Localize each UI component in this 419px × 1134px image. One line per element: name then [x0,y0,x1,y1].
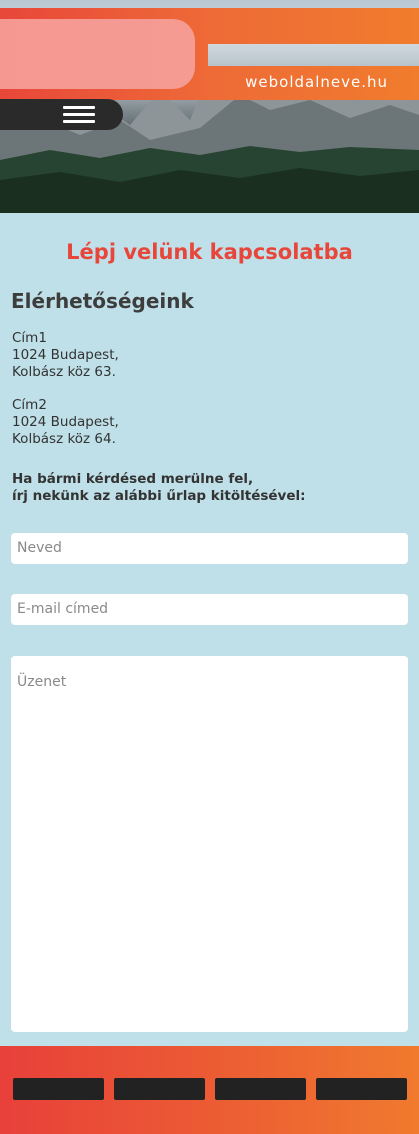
footer-button-1[interactable] [13,1078,104,1100]
address-line: Kolbász köz 64. [12,431,116,447]
name-placeholder: Neved [17,540,62,556]
logo-placeholder [0,19,195,89]
footer-button-3[interactable] [215,1078,306,1100]
message-textarea[interactable]: Üzenet [11,656,408,1032]
hamburger-menu-icon[interactable] [63,106,95,124]
form-intro-text: Ha bármi kérdésed merülne fel, írj nekün… [12,471,306,505]
address-block-2: Cím2 1024 Budapest, Kolbász köz 64. [12,397,119,448]
page-title: Lépj velünk kapcsolatba [66,240,353,264]
email-input[interactable]: E-mail címed [11,594,408,625]
header-banner: weboldalneve.hu [0,0,419,213]
address-label: Cím2 [12,397,47,413]
message-placeholder: Üzenet [17,674,67,690]
form-intro-line: írj nekünk az alábbi űrlap kitöltésével: [12,488,306,504]
address-line: 1024 Budapest, [12,347,119,363]
contacts-heading: Elérhetőségeink [11,289,194,313]
address-line: Kolbász köz 63. [12,364,116,380]
address-line: 1024 Budapest, [12,414,119,430]
footer-button-2[interactable] [114,1078,205,1100]
address-label: Cím1 [12,330,47,346]
header-band-cutout [208,44,419,66]
address-block-1: Cím1 1024 Budapest, Kolbász köz 63. [12,330,119,381]
email-placeholder: E-mail címed [17,601,109,617]
footer-button-4[interactable] [316,1078,407,1100]
menu-bar [0,99,123,130]
name-input[interactable]: Neved [11,533,408,564]
form-intro-line: Ha bármi kérdésed merülne fel, [12,471,254,487]
site-title[interactable]: weboldalneve.hu [245,73,388,91]
